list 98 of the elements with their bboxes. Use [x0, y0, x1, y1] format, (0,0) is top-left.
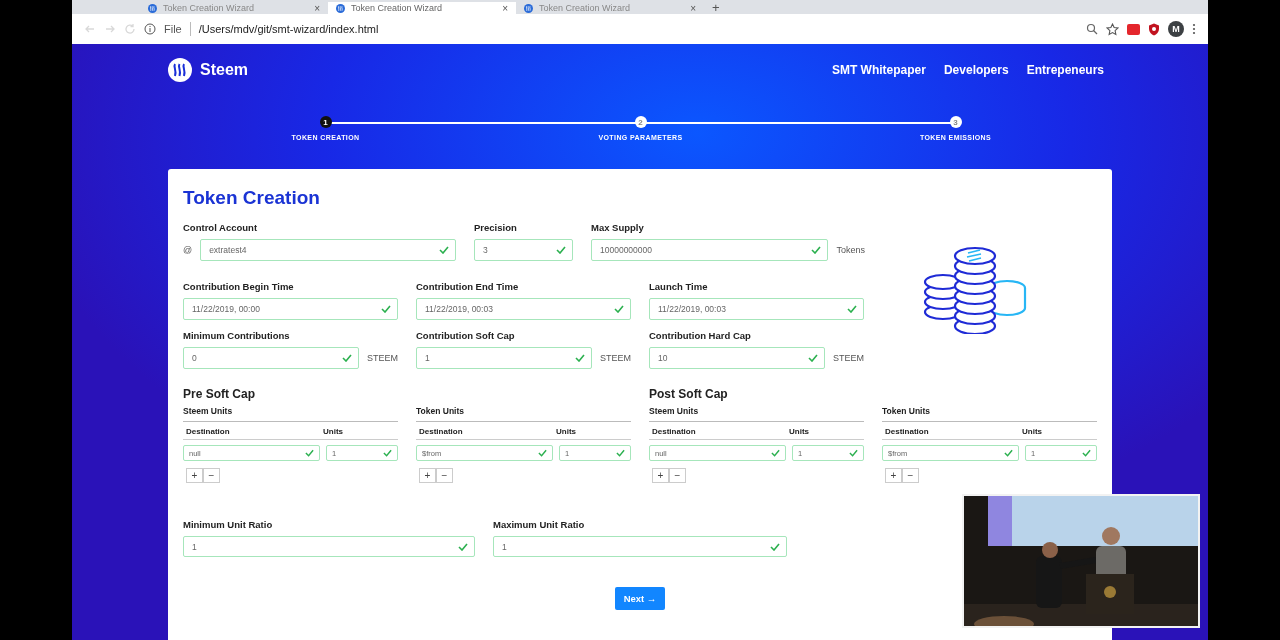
- close-icon[interactable]: ×: [314, 2, 320, 14]
- unit-label: STEEM: [833, 353, 864, 363]
- field-prefix: @: [183, 245, 193, 255]
- table-title: Steem Units: [649, 406, 864, 422]
- remove-row-button[interactable]: −: [436, 468, 453, 483]
- nav-link[interactable]: Entrepeneurs: [1026, 63, 1104, 77]
- input-field[interactable]: 10: [649, 347, 825, 369]
- add-row-button[interactable]: +: [652, 468, 669, 483]
- check-icon: [808, 354, 818, 362]
- table-title: Token Units: [416, 406, 631, 422]
- field-label: Launch Time: [649, 281, 709, 292]
- input-field[interactable]: 0: [183, 347, 359, 369]
- step-marker[interactable]: 1: [319, 116, 332, 128]
- unit-label: STEEM: [367, 353, 398, 363]
- step-marker[interactable]: 3: [949, 116, 962, 128]
- section-heading: Post Soft Cap: [649, 387, 729, 401]
- column-header: Destination: [885, 427, 930, 436]
- menu-icon[interactable]: [1192, 23, 1196, 35]
- check-icon: [1082, 449, 1091, 457]
- check-icon: [458, 542, 468, 551]
- add-row-button[interactable]: +: [186, 468, 203, 483]
- form-title: Token Creation: [183, 187, 321, 209]
- input-field[interactable]: 11/22/2019, 00:03: [416, 298, 631, 320]
- field-label: Minimum Contributions: [183, 330, 291, 341]
- field-label: Contribution Begin Time: [183, 281, 295, 292]
- table-title: Steem Units: [183, 406, 398, 422]
- star-icon[interactable]: [1106, 22, 1119, 36]
- field-label: Max Supply: [591, 222, 645, 233]
- field-label: Minimum Unit Ratio: [183, 519, 274, 530]
- input-field[interactable]: 11/22/2019, 00:00: [183, 298, 398, 320]
- check-icon: [383, 449, 392, 457]
- check-icon: [439, 246, 449, 254]
- nav-link[interactable]: SMT Whitepaper: [831, 63, 926, 77]
- column-header: Units: [323, 427, 344, 436]
- input-field[interactable]: 10000000000: [591, 239, 829, 261]
- close-icon[interactable]: ×: [502, 2, 508, 14]
- profile-avatar[interactable]: M: [1168, 21, 1184, 37]
- input-field[interactable]: 3: [474, 239, 573, 261]
- shield-icon[interactable]: [1148, 22, 1160, 36]
- wave-logo-icon: [148, 3, 157, 13]
- field-label: Contribution Soft Cap: [416, 330, 516, 341]
- section-heading: Pre Soft Cap: [183, 387, 256, 401]
- add-row-button[interactable]: +: [419, 468, 436, 483]
- field-label: Contribution End Time: [416, 281, 520, 292]
- input-field[interactable]: 1: [416, 347, 592, 369]
- remove-row-button[interactable]: −: [203, 468, 220, 483]
- check-icon: [811, 246, 822, 254]
- remove-row-button[interactable]: −: [902, 468, 919, 483]
- check-icon: [616, 449, 625, 457]
- input-field[interactable]: 1: [493, 536, 787, 557]
- column-header: Destination: [652, 427, 697, 436]
- add-row-button[interactable]: +: [885, 468, 902, 483]
- wave-logo-icon: [524, 3, 533, 13]
- check-icon: [770, 542, 780, 551]
- check-icon: [614, 305, 624, 313]
- nav-link[interactable]: Developers: [943, 63, 1009, 77]
- address-field[interactable]: /Users/mdv/git/smt-wizard/index.html: [198, 23, 379, 35]
- check-icon: [1004, 449, 1013, 457]
- extension-icon[interactable]: [1127, 23, 1140, 35]
- next-button[interactable]: Next →: [614, 587, 666, 610]
- input-field[interactable]: 11/22/2019, 00:03: [649, 298, 864, 320]
- table-title: Token Units: [882, 406, 1097, 422]
- new-tab-button[interactable]: +: [712, 2, 720, 14]
- step-marker[interactable]: 2: [634, 116, 647, 128]
- brand-name[interactable]: Steem: [200, 61, 249, 79]
- check-icon: [381, 305, 391, 313]
- check-icon: [847, 305, 857, 313]
- field-label: Control Account: [183, 222, 259, 233]
- coin-stack-icon: [923, 244, 1027, 334]
- column-header: Units: [789, 427, 810, 436]
- field-label: Precision: [474, 222, 518, 233]
- browser-tab[interactable]: Token Creation Wizard ×: [140, 2, 328, 14]
- check-icon: [342, 354, 352, 362]
- wave-logo-icon: [336, 3, 345, 13]
- check-icon: [305, 449, 314, 457]
- info-icon[interactable]: [144, 23, 156, 35]
- input-field[interactable]: 1: [183, 536, 475, 557]
- check-icon: [771, 449, 780, 457]
- check-icon: [575, 354, 585, 362]
- search-icon[interactable]: [1086, 23, 1098, 35]
- column-header: Destination: [419, 427, 464, 436]
- browser-tab[interactable]: Token Creation Wizard ×: [328, 2, 516, 14]
- field-label: Contribution Hard Cap: [649, 330, 752, 341]
- column-header: Units: [1022, 427, 1043, 436]
- unit-label: Tokens: [836, 245, 865, 255]
- logo-icon[interactable]: [168, 58, 192, 82]
- browser-tab[interactable]: Token Creation Wizard ×: [516, 2, 704, 14]
- remove-row-button[interactable]: −: [669, 468, 686, 483]
- check-icon: [538, 449, 547, 457]
- input-field[interactable]: extratest4: [200, 239, 456, 261]
- column-header: Units: [556, 427, 577, 436]
- check-icon: [556, 246, 566, 254]
- close-icon[interactable]: ×: [690, 2, 696, 14]
- check-icon: [849, 449, 858, 457]
- field-label: Maximum Unit Ratio: [493, 519, 586, 530]
- unit-label: STEEM: [600, 353, 631, 363]
- column-header: Destination: [186, 427, 231, 436]
- site-scheme-label: File: [164, 23, 182, 35]
